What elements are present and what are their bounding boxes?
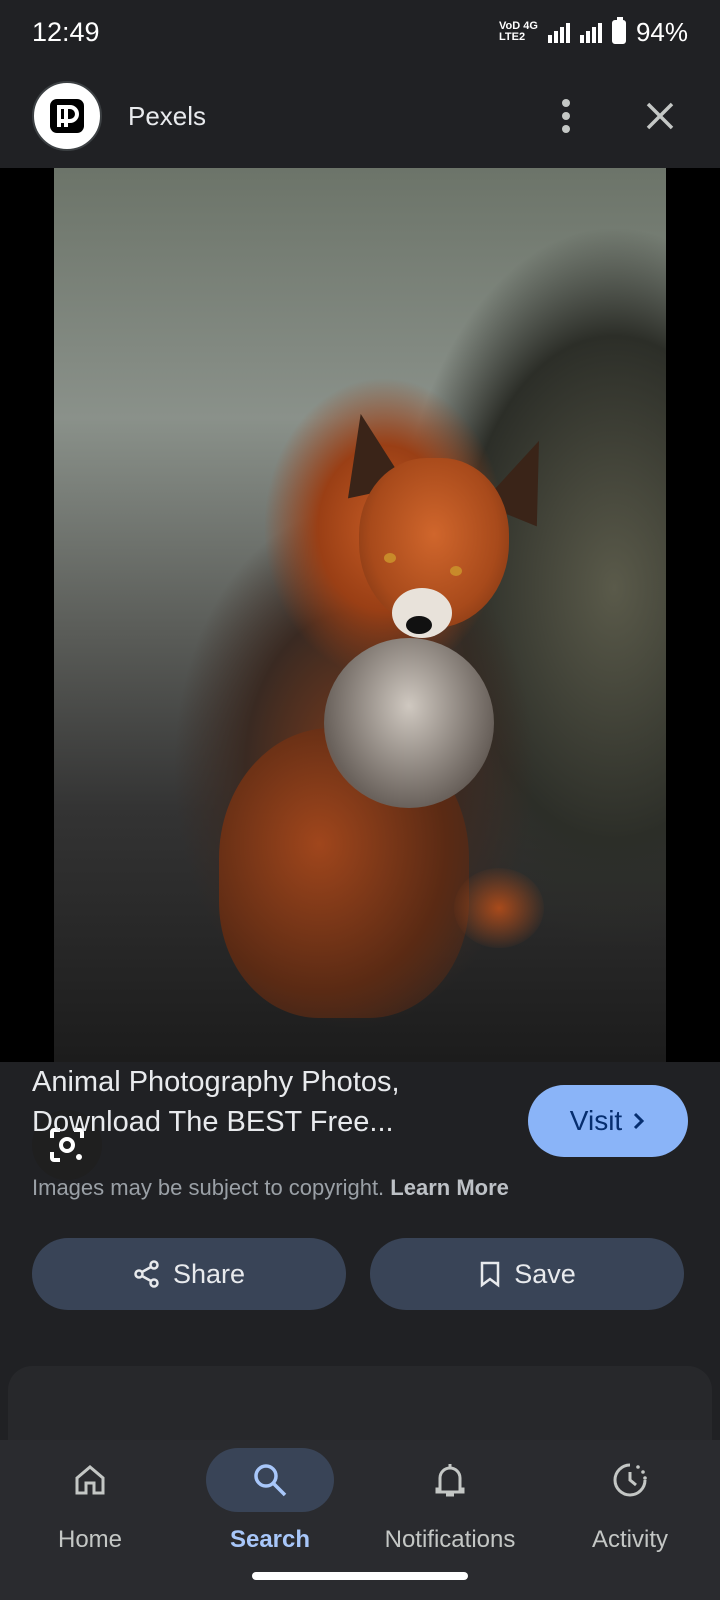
- visit-label: Visit: [569, 1105, 623, 1136]
- activity-icon: [613, 1463, 647, 1497]
- nav-item-activity[interactable]: Activity: [540, 1440, 720, 1600]
- source-header: Pexels: [0, 64, 720, 168]
- learn-more-link[interactable]: Learn More: [390, 1175, 509, 1200]
- status-bar: 12:49 VoD 4G LTE2 94%: [0, 0, 720, 64]
- nav-label-notifications: Notifications: [384, 1526, 516, 1553]
- nav-label-search: Search: [229, 1526, 311, 1553]
- site-logo[interactable]: [32, 81, 102, 151]
- status-icons: VoD 4G LTE2 94%: [499, 17, 688, 48]
- copyright-notice: Images may be subject to copyright. Lear…: [32, 1175, 509, 1201]
- network-indicator: VoD 4G LTE2: [499, 21, 538, 43]
- visit-button[interactable]: Visit: [528, 1085, 688, 1157]
- pexels-logo-icon: [50, 99, 84, 133]
- network-bottom-label: LTE2: [499, 31, 526, 43]
- nav-label-activity: Activity: [591, 1526, 668, 1553]
- bookmark-icon: [480, 1261, 500, 1288]
- bell-icon: [435, 1464, 465, 1497]
- battery-percent: 94%: [635, 16, 688, 47]
- copyright-text: Images may be subject to copyright.: [32, 1175, 385, 1200]
- result-title[interactable]: Animal Photography Photos, Download The …: [32, 1062, 492, 1142]
- signal-icon-2: [579, 21, 602, 43]
- share-button[interactable]: Share: [32, 1238, 346, 1310]
- gesture-home-bar[interactable]: [252, 1572, 468, 1580]
- close-icon[interactable]: [636, 92, 684, 140]
- share-icon: [134, 1260, 159, 1288]
- save-label: Save: [514, 1258, 576, 1289]
- search-icon: [254, 1464, 287, 1497]
- site-name[interactable]: Pexels: [128, 101, 542, 132]
- battery-icon: [611, 17, 626, 44]
- chevron-right-icon: [634, 1112, 645, 1130]
- home-icon: [75, 1465, 105, 1495]
- signal-icon: [547, 21, 570, 43]
- save-button[interactable]: Save: [370, 1238, 684, 1310]
- nav-label-home: Home: [57, 1526, 123, 1553]
- image-viewer[interactable]: [0, 168, 720, 1180]
- nav-item-home[interactable]: Home: [0, 1440, 180, 1600]
- fox-photo[interactable]: [54, 168, 666, 1062]
- status-time: 12:49: [32, 16, 100, 47]
- more-vert-icon[interactable]: [542, 92, 590, 140]
- share-label: Share: [172, 1258, 246, 1289]
